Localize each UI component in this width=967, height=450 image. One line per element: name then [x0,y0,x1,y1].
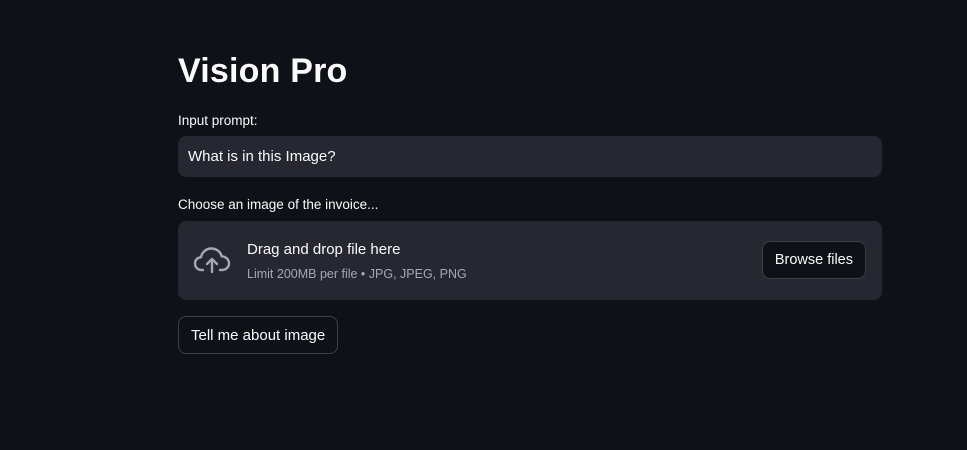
prompt-label: Input prompt: [178,113,258,128]
uploader-label: Choose an image of the invoice... [178,197,379,212]
dropzone-instructions: Drag and drop file here [247,241,401,258]
file-dropzone[interactable]: Drag and drop file here Limit 200MB per … [178,221,882,300]
file-limit-text: Limit 200MB per file • JPG, JPEG, PNG [247,267,467,281]
cloud-upload-icon [193,245,231,275]
page-title: Vision Pro [178,52,348,90]
browse-files-button[interactable]: Browse files [761,241,866,279]
prompt-input[interactable] [178,136,882,177]
tell-me-about-image-button[interactable]: Tell me about image [178,316,339,354]
